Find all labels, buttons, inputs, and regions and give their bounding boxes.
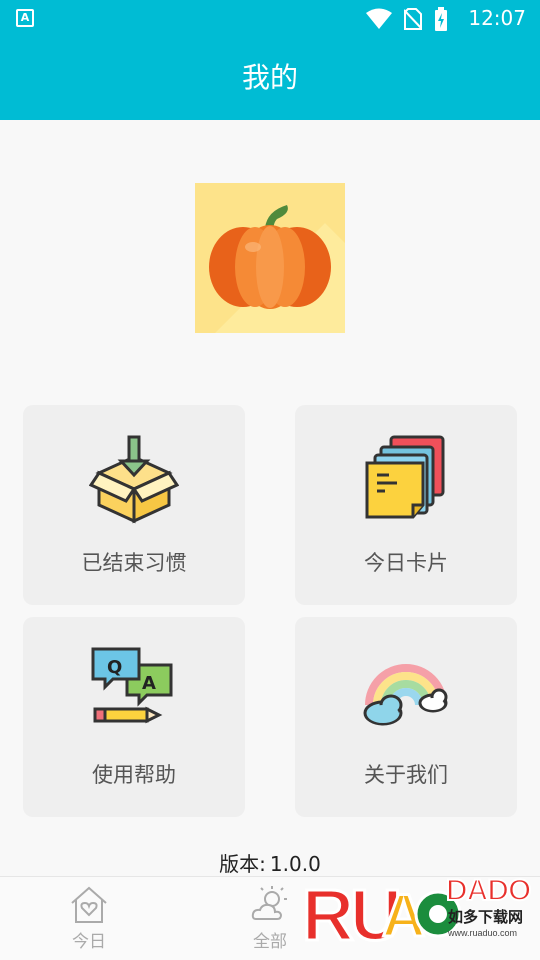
nav-tab-label: 全部 bbox=[253, 932, 287, 952]
wifi-icon bbox=[366, 8, 392, 29]
watermark-cn-text: 如多下载网 bbox=[448, 908, 523, 926]
rainbow-cloud-icon bbox=[363, 664, 448, 726]
menu-card-label: 使用帮助 bbox=[92, 763, 176, 787]
house-heart-icon bbox=[71, 886, 107, 923]
battery-charging-icon bbox=[435, 7, 447, 31]
system-icons bbox=[366, 7, 448, 31]
watermark-logo: RU A DADO 如多下载网 www.ruaduo.com bbox=[300, 856, 536, 958]
svg-text:Q: Q bbox=[107, 657, 122, 678]
nav-tab-label: 今日 bbox=[72, 932, 106, 952]
box-download-icon bbox=[89, 435, 179, 524]
menu-card-about-us[interactable]: 关于我们 bbox=[295, 617, 517, 817]
status-bar: A 12:07 bbox=[0, 0, 540, 36]
sun-cloud-icon bbox=[251, 886, 287, 920]
menu-card-label: 已结束习惯 bbox=[81, 551, 187, 575]
menu-card-help[interactable]: A Q 使用帮助 bbox=[23, 617, 245, 817]
clock: 12:07 bbox=[468, 6, 526, 30]
menu-card-today-cards[interactable]: 今日卡片 bbox=[295, 405, 517, 605]
menu-card-ended-habits[interactable]: 已结束习惯 bbox=[23, 405, 245, 605]
sticky-notes-icon bbox=[365, 435, 445, 519]
avatar[interactable] bbox=[195, 183, 345, 333]
svg-text:A: A bbox=[142, 673, 156, 694]
qa-chat-icon: A Q bbox=[91, 647, 173, 724]
menu-card-label: 今日卡片 bbox=[364, 551, 448, 575]
menu-card-label: 关于我们 bbox=[364, 763, 448, 787]
svg-text:DADO: DADO bbox=[446, 874, 531, 907]
version-label: 版本: bbox=[219, 852, 266, 876]
page-title: 我的 bbox=[0, 36, 540, 120]
app-notification-icon: A bbox=[16, 9, 34, 27]
no-sim-icon bbox=[404, 8, 422, 30]
pumpkin-icon bbox=[209, 205, 345, 333]
watermark-url: www.ruaduo.com bbox=[447, 928, 517, 938]
nav-tab-today[interactable]: 今日 bbox=[44, 885, 134, 952]
